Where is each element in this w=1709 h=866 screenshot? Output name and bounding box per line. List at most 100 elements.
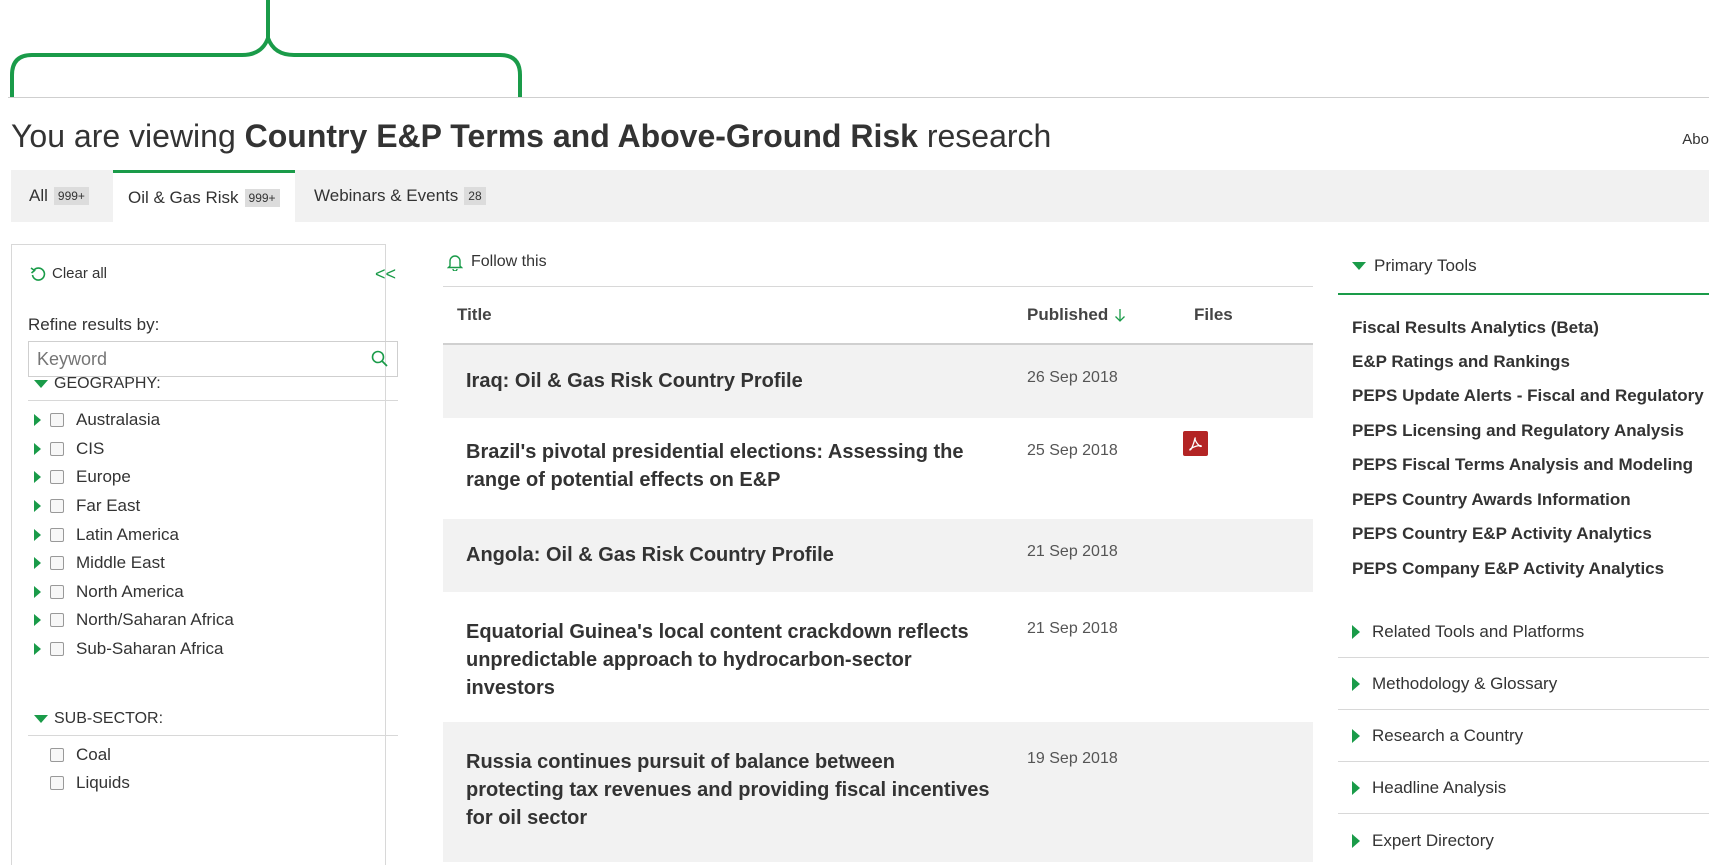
- caret-down-icon: [34, 715, 48, 723]
- subsector-heading[interactable]: SUB-SECTOR:: [34, 710, 163, 728]
- expand-arrow-icon[interactable]: [34, 586, 41, 598]
- tool-link[interactable]: PEPS Update Alerts - Fiscal and Regulato…: [1352, 386, 1704, 406]
- expand-arrow-icon: [1352, 625, 1360, 639]
- clear-all-button[interactable]: Clear all: [30, 265, 107, 282]
- geography-item[interactable]: Middle East: [34, 551, 165, 575]
- page-title: You are viewing Country E&P Terms and Ab…: [11, 118, 1052, 154]
- sort-down-icon[interactable]: [1114, 308, 1126, 322]
- search-icon[interactable]: [371, 350, 389, 368]
- column-published[interactable]: Published: [1027, 305, 1126, 325]
- geography-item[interactable]: Sub-Saharan Africa: [34, 637, 223, 661]
- tab-count: 999+: [53, 187, 89, 205]
- tab-bar: All 999+ Oil & Gas Risk 999+ Webinars & Ev…: [11, 170, 1709, 222]
- checkbox[interactable]: [50, 442, 64, 456]
- expand-arrow-icon[interactable]: [34, 500, 41, 512]
- result-title[interactable]: Equatorial Guinea's local content crackd…: [466, 618, 996, 702]
- research-topic: Country E&P Terms and Above-Ground Risk: [244, 118, 918, 154]
- keyword-input[interactable]: [29, 342, 365, 376]
- checkbox[interactable]: [50, 528, 64, 542]
- tool-link[interactable]: PEPS Company E&P Activity Analytics: [1352, 559, 1664, 579]
- column-files: Files: [1194, 305, 1233, 324]
- checkbox[interactable]: [50, 642, 64, 656]
- divider: [28, 735, 398, 736]
- result-row[interactable]: Equatorial Guinea's local content crackd…: [443, 592, 1313, 722]
- subsector-item[interactable]: Coal: [34, 743, 111, 767]
- section-research-country[interactable]: Research a Country: [1338, 711, 1709, 762]
- result-title[interactable]: Russia continues pursuit of balance betw…: [466, 748, 996, 832]
- result-date: 19 Sep 2018: [1027, 750, 1118, 767]
- filter-panel: Clear all << Refine results by: GEOGRAPH…: [11, 244, 398, 865]
- geography-item[interactable]: North/Saharan Africa: [34, 608, 234, 632]
- bell-icon: [447, 254, 463, 271]
- result-title[interactable]: Brazil's pivotal presidential elections:…: [466, 438, 996, 494]
- about-link[interactable]: Abo: [1682, 131, 1709, 148]
- geography-item[interactable]: CIS: [34, 437, 104, 461]
- tab-webinars-events[interactable]: Webinars & Events 28: [314, 170, 486, 222]
- checkbox[interactable]: [50, 613, 64, 627]
- keyword-search: [28, 341, 398, 377]
- checkbox[interactable]: [50, 585, 64, 599]
- pdf-icon[interactable]: [1183, 431, 1208, 456]
- section-expert-directory[interactable]: Expert Directory: [1338, 815, 1709, 866]
- result-row[interactable]: Iraq: Oil & Gas Risk Country Profile 26 …: [443, 345, 1313, 418]
- collapse-panel-button[interactable]: <<: [375, 264, 396, 285]
- column-title[interactable]: Title: [457, 305, 492, 325]
- expand-arrow-icon: [1352, 729, 1360, 743]
- checkbox[interactable]: [50, 470, 64, 484]
- tool-link[interactable]: E&P Ratings and Rankings: [1352, 352, 1570, 372]
- result-row[interactable]: Brazil's pivotal presidential elections:…: [443, 418, 1313, 519]
- expand-arrow-icon[interactable]: [34, 471, 41, 483]
- annotation-bracket: [10, 0, 522, 98]
- result-row[interactable]: Russia continues pursuit of balance betw…: [443, 722, 1313, 862]
- divider: [1338, 293, 1709, 295]
- checkbox[interactable]: [50, 556, 64, 570]
- expand-arrow-icon[interactable]: [34, 443, 41, 455]
- tool-link[interactable]: PEPS Licensing and Regulatory Analysis: [1352, 421, 1684, 441]
- caret-down-icon: [1352, 262, 1366, 270]
- expand-arrow-icon[interactable]: [34, 643, 41, 655]
- result-date: 25 Sep 2018: [1027, 442, 1118, 459]
- checkbox[interactable]: [50, 776, 64, 790]
- checkbox[interactable]: [50, 413, 64, 427]
- result-date: 26 Sep 2018: [1027, 369, 1118, 386]
- result-title[interactable]: Iraq: Oil & Gas Risk Country Profile: [466, 367, 996, 395]
- tab-oil-gas-risk[interactable]: Oil & Gas Risk 999+: [113, 170, 295, 222]
- divider: [28, 400, 398, 401]
- section-headline-analysis[interactable]: Headline Analysis: [1338, 763, 1709, 814]
- expand-arrow-icon: [1352, 677, 1360, 691]
- section-related-tools[interactable]: Related Tools and Platforms: [1338, 607, 1709, 658]
- expand-arrow-icon[interactable]: [34, 414, 41, 426]
- result-date: 21 Sep 2018: [1027, 620, 1118, 637]
- geography-item[interactable]: Far East: [34, 494, 140, 518]
- tab-count: 28: [464, 187, 486, 205]
- result-date: 21 Sep 2018: [1027, 543, 1118, 560]
- follow-button[interactable]: Follow this: [447, 253, 547, 271]
- geography-item[interactable]: Latin America: [34, 523, 179, 547]
- checkbox[interactable]: [50, 499, 64, 513]
- geography-item[interactable]: Europe: [34, 465, 131, 489]
- divider: [443, 286, 1313, 287]
- expand-arrow-icon[interactable]: [34, 557, 41, 569]
- reset-icon: [30, 266, 46, 281]
- tool-link[interactable]: PEPS Country E&P Activity Analytics: [1352, 524, 1652, 544]
- result-row[interactable]: Angola: Oil & Gas Risk Country Profile 2…: [443, 519, 1313, 592]
- expand-arrow-icon: [1352, 833, 1360, 848]
- tool-link[interactable]: PEPS Fiscal Terms Analysis and Modeling: [1352, 455, 1693, 475]
- expand-arrow-icon[interactable]: [34, 614, 41, 626]
- expand-arrow-icon[interactable]: [34, 529, 41, 541]
- geography-item[interactable]: Australasia: [34, 408, 160, 432]
- geography-item[interactable]: North America: [34, 580, 184, 604]
- header-divider: [8, 97, 1709, 98]
- result-title[interactable]: Angola: Oil & Gas Risk Country Profile: [466, 541, 996, 569]
- caret-down-icon: [34, 380, 48, 388]
- tab-all[interactable]: All 999+: [29, 170, 89, 222]
- subsector-item[interactable]: Liquids: [34, 771, 130, 795]
- tool-link[interactable]: PEPS Country Awards Information: [1352, 490, 1631, 510]
- section-methodology[interactable]: Methodology & Glossary: [1338, 659, 1709, 710]
- tool-link[interactable]: Fiscal Results Analytics (Beta): [1352, 318, 1599, 338]
- checkbox[interactable]: [50, 748, 64, 762]
- expand-arrow-icon: [1352, 781, 1360, 795]
- primary-tools-header[interactable]: Primary Tools: [1338, 256, 1477, 276]
- geography-heading[interactable]: GEOGRAPHY:: [34, 375, 161, 393]
- tab-count: 999+: [244, 188, 280, 207]
